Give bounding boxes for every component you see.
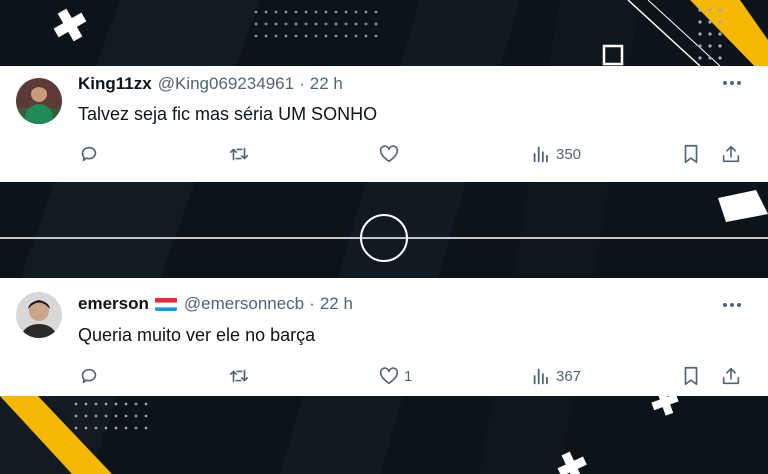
luxembourg-flag-icon	[154, 297, 177, 311]
tweet-header: emerson @emersonnecb · 22 h	[78, 294, 353, 314]
views-icon	[533, 368, 548, 385]
person-avatar[interactable]	[16, 292, 62, 338]
like-count: 1	[404, 367, 413, 385]
timestamp[interactable]: 22 h	[320, 294, 353, 314]
retweet-icon	[229, 369, 249, 383]
separator-dot: ·	[299, 74, 305, 93]
separator-dot: ·	[309, 294, 315, 313]
tweet-header: King11zx @King069234961 · 22 h	[78, 74, 343, 94]
views-button[interactable]: 367	[530, 364, 581, 388]
bookmark-icon	[684, 366, 698, 386]
reply-icon	[81, 146, 97, 162]
share-button[interactable]	[720, 142, 742, 166]
action-bar: 350	[0, 142, 768, 166]
reply-button[interactable]	[78, 142, 100, 166]
like-button[interactable]	[378, 142, 404, 166]
reply-button[interactable]	[78, 364, 100, 388]
share-icon	[722, 145, 740, 163]
username[interactable]: @King069234961	[158, 74, 294, 94]
action-bar: 1 367	[0, 364, 768, 388]
retweet-button[interactable]	[228, 142, 250, 166]
timestamp[interactable]: 22 h	[310, 74, 343, 94]
view-count: 350	[556, 145, 582, 163]
more-options-icon[interactable]	[722, 300, 742, 310]
bookmark-button[interactable]	[680, 364, 702, 388]
tweet-card[interactable]: King11zx @King069234961 · 22 h Talvez se…	[0, 66, 768, 182]
views-icon	[533, 146, 548, 163]
views-button[interactable]: 350	[530, 142, 581, 166]
tweet-text: Queria muito ver ele no barça	[78, 325, 316, 345]
display-name[interactable]: emerson	[78, 294, 149, 314]
reply-icon	[81, 368, 97, 384]
bookmark-button[interactable]	[680, 142, 702, 166]
view-count: 367	[556, 367, 582, 385]
retweet-button[interactable]	[228, 364, 250, 388]
goalkeeper-avatar[interactable]	[16, 78, 62, 124]
username[interactable]: @emersonnecb	[184, 294, 304, 314]
like-button[interactable]: 1	[378, 364, 412, 388]
tweet-text: Talvez seja fic mas séria UM SONHO	[78, 104, 378, 124]
retweet-icon	[229, 147, 249, 161]
bookmark-icon	[684, 144, 698, 164]
heart-icon	[379, 145, 399, 163]
heart-icon	[379, 367, 399, 385]
tweet-card[interactable]: emerson @emersonnecb · 22 h Queria muito…	[0, 278, 768, 396]
more-options-icon[interactable]	[722, 78, 742, 88]
share-button[interactable]	[720, 364, 742, 388]
display-name[interactable]: King11zx	[78, 74, 152, 94]
share-icon	[722, 367, 740, 385]
